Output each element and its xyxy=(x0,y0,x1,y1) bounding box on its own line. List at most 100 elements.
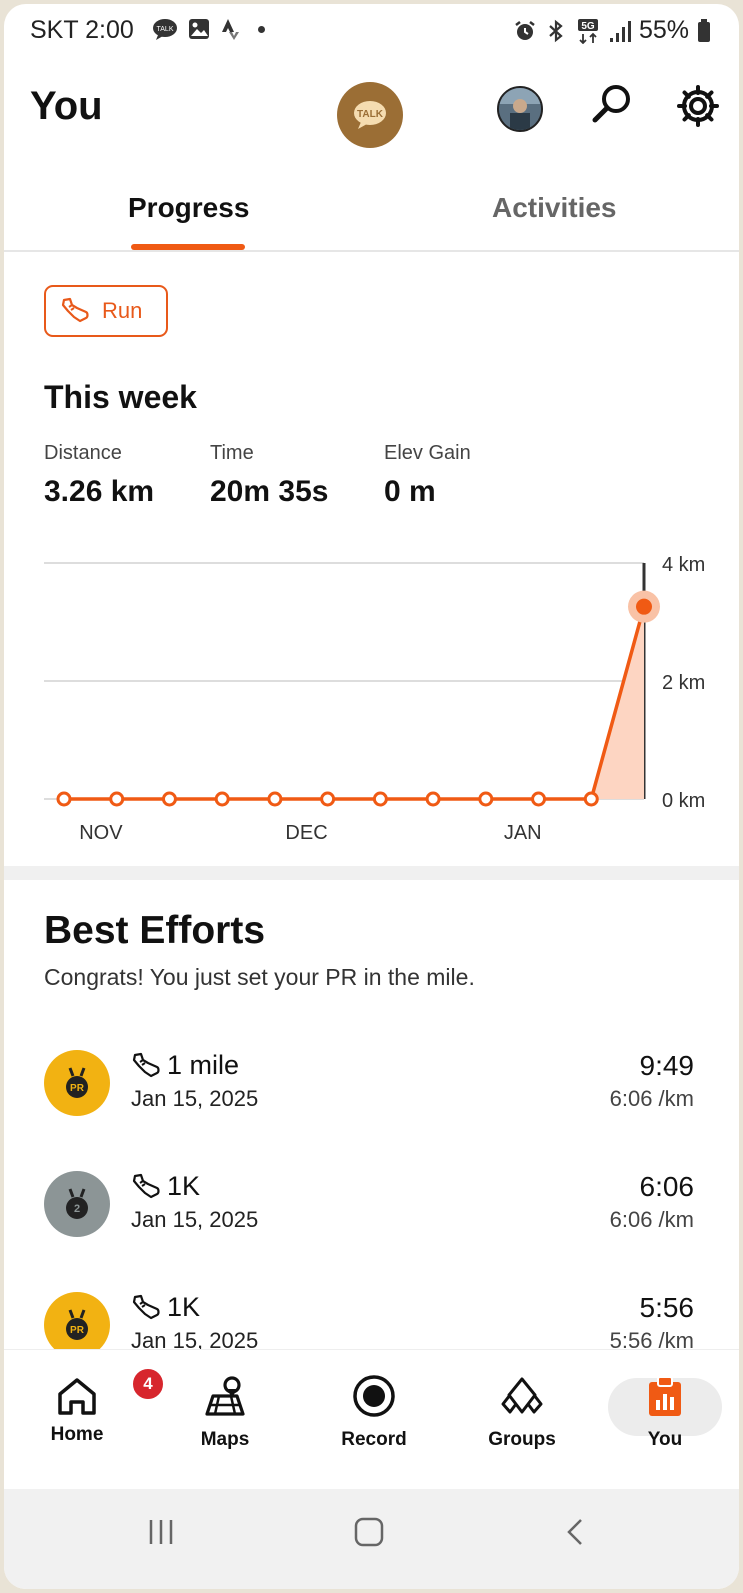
svg-text:TALK: TALK xyxy=(357,109,384,120)
svg-text:PR: PR xyxy=(70,1325,85,1336)
y-tick-label: 4 km xyxy=(662,554,705,576)
shoe-icon xyxy=(132,1294,160,1319)
settings-button[interactable] xyxy=(676,84,720,133)
data-point xyxy=(214,791,230,807)
svg-text:PR: PR xyxy=(70,1083,85,1094)
effort-date: Jan 15, 2025 xyxy=(131,1086,259,1111)
nav-label: Groups xyxy=(488,1429,556,1450)
effort-name: 1 mile xyxy=(167,1050,240,1080)
effort-date: Jan 15, 2025 xyxy=(131,1328,259,1349)
weekly-distance-chart[interactable]: 4 km 2 km 0 km NOV DEC JAN xyxy=(4,549,739,854)
screen: SKT 2:00 TALK 5G 55% You TALK Progress A… xyxy=(4,4,739,1589)
effort-name: 1K xyxy=(167,1292,201,1322)
best-efforts-title: Best Efforts xyxy=(44,909,266,952)
maps-icon xyxy=(205,1376,245,1416)
sport-filter-label: Run xyxy=(102,298,143,323)
recent-apps-button[interactable] xyxy=(146,1517,176,1547)
shoe-icon xyxy=(132,1052,160,1077)
nav-record[interactable]: Record xyxy=(314,1374,434,1451)
shoe-icon xyxy=(61,297,89,323)
second-place-medal-icon: 2 xyxy=(44,1171,110,1237)
home-icon xyxy=(58,1378,96,1415)
tab-progress[interactable]: Progress xyxy=(128,192,249,224)
best-effort-row[interactable]: PR 1K Jan 15, 2025 5:56 5:56 /km xyxy=(4,1286,739,1349)
data-point xyxy=(583,791,599,807)
svg-text:2: 2 xyxy=(74,1203,80,1215)
data-point xyxy=(320,791,336,807)
data-point xyxy=(531,791,547,807)
strava-notification-icon xyxy=(222,19,239,40)
nav-you[interactable]: You xyxy=(605,1374,725,1451)
svg-text:5G: 5G xyxy=(581,21,595,32)
pr-medal-icon: PR xyxy=(44,1292,110,1349)
stat-label: Elev Gain xyxy=(384,442,471,464)
x-month-label: NOV xyxy=(79,822,123,844)
gallery-notification-icon xyxy=(189,19,209,39)
nav-label: You xyxy=(647,1429,683,1450)
stat-label: Distance xyxy=(44,442,122,464)
nav-label: Home xyxy=(50,1424,104,1445)
data-point xyxy=(425,791,441,807)
data-point xyxy=(372,791,388,807)
y-tick-label: 2 km xyxy=(662,672,705,694)
signal-icon xyxy=(609,20,631,42)
network-5g-icon: 5G xyxy=(577,18,598,44)
status-bar: SKT 2:00 TALK 5G 55% xyxy=(4,4,739,56)
pr-medal-icon: PR xyxy=(44,1050,110,1116)
active-tab-indicator xyxy=(131,244,245,250)
status-time: SKT 2:00 xyxy=(30,16,134,44)
nav-groups[interactable]: Groups xyxy=(462,1374,582,1451)
shoe-icon xyxy=(132,1173,160,1198)
battery-percent: 55% xyxy=(638,16,689,44)
avatar[interactable] xyxy=(497,86,543,132)
search-icon xyxy=(592,85,630,123)
record-icon xyxy=(353,1375,395,1417)
stat-time: Time 20m 35s xyxy=(210,442,328,509)
effort-pace: 5:56 /km xyxy=(609,1328,694,1349)
data-point xyxy=(267,791,283,807)
sport-filter-chip[interactable]: Run xyxy=(44,285,168,337)
back-button[interactable] xyxy=(561,1517,591,1547)
data-point xyxy=(478,791,494,807)
stat-value: 20m 35s xyxy=(210,475,329,508)
search-button[interactable] xyxy=(590,82,634,131)
alarm-icon xyxy=(515,20,535,40)
groups-icon xyxy=(501,1377,543,1414)
stat-label: Time xyxy=(210,442,254,464)
bottom-nav: 4 Home Maps Record Groups You xyxy=(4,1349,739,1490)
notification-badge: 4 xyxy=(131,1367,165,1401)
talk-notification-icon: TALK xyxy=(153,19,177,40)
x-month-label: DEC xyxy=(285,822,327,844)
talk-bubble-icon: TALK xyxy=(354,101,386,129)
stat-value: 3.26 km xyxy=(44,475,155,508)
best-effort-row[interactable]: PR 1 mile Jan 15, 2025 9:49 6:06 /km xyxy=(4,1044,739,1164)
app-header: You TALK xyxy=(4,74,739,154)
best-efforts-list: PR 1 mile Jan 15, 2025 9:49 6:06 /km 2 1… xyxy=(4,1044,739,1349)
nav-home[interactable]: 4 Home xyxy=(17,1367,165,1446)
x-month-label: JAN xyxy=(504,822,542,844)
nav-maps[interactable]: Maps xyxy=(165,1374,285,1451)
kakaotalk-button[interactable]: TALK xyxy=(337,82,403,148)
nav-label: Record xyxy=(341,1429,407,1450)
effort-name: 1K xyxy=(167,1171,201,1201)
page-title: You xyxy=(30,84,103,128)
you-icon xyxy=(649,1376,681,1416)
y-tick-label: 0 km xyxy=(662,790,705,812)
effort-time: 6:06 xyxy=(639,1171,695,1202)
this-week-title: This week xyxy=(44,379,197,415)
distance-series-line xyxy=(64,606,646,801)
data-point xyxy=(636,598,652,615)
tab-bar: Progress Activities xyxy=(4,174,739,252)
data-point xyxy=(109,791,125,807)
tab-activities[interactable]: Activities xyxy=(492,192,617,224)
best-effort-row[interactable]: 2 1K Jan 15, 2025 6:06 6:06 /km xyxy=(4,1165,739,1285)
battery-icon xyxy=(698,18,710,42)
svg-text:TALK: TALK xyxy=(157,26,174,33)
effort-time: 5:56 xyxy=(639,1292,695,1323)
effort-pace: 6:06 /km xyxy=(609,1086,694,1111)
section-divider xyxy=(4,866,739,880)
stat-elev-gain: Elev Gain 0 m xyxy=(384,442,471,509)
home-system-button[interactable] xyxy=(354,1517,384,1547)
effort-date: Jan 15, 2025 xyxy=(131,1207,259,1232)
effort-time: 9:49 xyxy=(639,1050,695,1081)
